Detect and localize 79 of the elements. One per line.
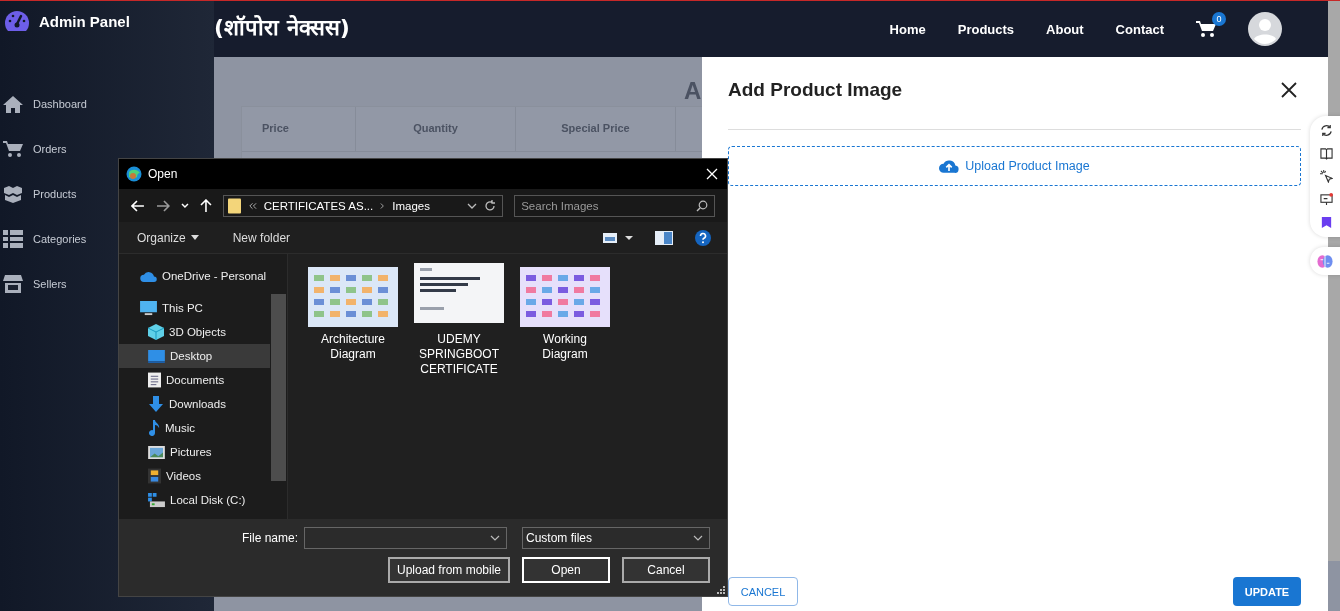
drive-icon bbox=[148, 492, 165, 508]
book-icon[interactable] bbox=[1320, 147, 1333, 160]
nav-link[interactable]: Contact bbox=[1115, 21, 1164, 37]
cloud-icon bbox=[140, 270, 157, 282]
nav-link[interactable]: About bbox=[1046, 21, 1084, 37]
forward-arrow-icon[interactable] bbox=[155, 199, 170, 212]
open-button[interactable]: Open bbox=[522, 557, 610, 583]
upload-from-mobile-button[interactable]: Upload from mobile bbox=[388, 557, 510, 583]
boxes-icon bbox=[3, 184, 23, 203]
app-title: Admin Panel bbox=[39, 12, 130, 30]
cancel-button[interactable]: CANCEL bbox=[728, 577, 798, 606]
store-icon bbox=[3, 274, 23, 293]
view-options-icon[interactable] bbox=[603, 231, 633, 244]
address-bar[interactable]: CERTIFICATES AS... Images bbox=[222, 194, 504, 217]
sidebar-item[interactable]: Dashboard bbox=[0, 81, 214, 126]
chevron-down-icon[interactable] bbox=[490, 535, 500, 541]
cube-icon bbox=[148, 324, 164, 340]
drawer-title: Add Product Image bbox=[728, 79, 903, 101]
bookmark-icon[interactable] bbox=[1320, 216, 1333, 229]
speedometer-icon bbox=[4, 10, 30, 32]
cart-count: 0 bbox=[1212, 12, 1226, 26]
folder-tree-item[interactable]: Desktop bbox=[119, 344, 270, 368]
search-icon[interactable] bbox=[696, 199, 708, 212]
chevron-down-icon[interactable] bbox=[693, 535, 703, 541]
column-header: Price bbox=[242, 107, 356, 152]
folder-tree-item[interactable]: Videos bbox=[119, 464, 270, 488]
folder-tree-item[interactable]: Local Disk (C:) bbox=[119, 488, 270, 512]
folder-tree-item[interactable]: Downloads bbox=[119, 392, 270, 416]
folder-tree-item[interactable]: Pictures bbox=[119, 440, 270, 464]
up-arrow-icon[interactable] bbox=[199, 198, 212, 213]
preview-pane-icon[interactable] bbox=[655, 230, 673, 245]
home-icon bbox=[3, 94, 23, 113]
file-name-field[interactable] bbox=[304, 527, 507, 549]
resize-grip-icon[interactable] bbox=[716, 585, 725, 594]
folder-tree-item[interactable]: Music bbox=[119, 416, 270, 440]
file-item[interactable]: Working Diagram bbox=[520, 259, 610, 362]
image-icon bbox=[148, 445, 165, 459]
globe-icon bbox=[126, 166, 142, 182]
folder-tree-item[interactable]: 3D Objects bbox=[119, 320, 270, 344]
presentation-icon[interactable] bbox=[1320, 193, 1333, 206]
search-field[interactable]: Search Images bbox=[514, 194, 715, 217]
folder-tree-item[interactable]: OneDrive - Personal bbox=[119, 264, 270, 288]
nav-link[interactable]: Products bbox=[957, 21, 1015, 37]
organize-menu[interactable]: Organize bbox=[131, 230, 205, 245]
download-icon bbox=[148, 396, 164, 412]
column-header: Special Price bbox=[516, 107, 676, 152]
help-icon[interactable] bbox=[695, 229, 711, 246]
cart-icon bbox=[3, 139, 23, 158]
nav-link[interactable]: Home bbox=[889, 21, 926, 37]
close-icon[interactable] bbox=[1281, 82, 1297, 98]
film-icon bbox=[148, 468, 161, 484]
file-item[interactable]: UDEMY SPRINGBOOT CERTIFICATE bbox=[414, 259, 504, 377]
new-folder-button[interactable]: New folder bbox=[226, 230, 297, 245]
upload-button[interactable]: Upload Product Image bbox=[728, 146, 1301, 186]
dialog-title: Open bbox=[148, 167, 178, 181]
avatar-icon[interactable] bbox=[1248, 12, 1282, 46]
brain-button[interactable] bbox=[1310, 247, 1340, 275]
monitor-icon bbox=[140, 300, 157, 316]
update-button[interactable]: UPDATE bbox=[1233, 577, 1301, 606]
cursor-icon[interactable] bbox=[1320, 170, 1333, 183]
monitor-icon bbox=[148, 349, 165, 363]
file-item[interactable]: Architecture Diagram bbox=[308, 259, 398, 362]
brain-icon bbox=[1317, 253, 1333, 269]
file-type-dropdown[interactable]: Custom files bbox=[522, 527, 710, 549]
music-note-icon bbox=[148, 420, 160, 436]
page-heading: A bbox=[684, 77, 702, 105]
column-header: Quantity bbox=[356, 107, 516, 152]
list-icon bbox=[3, 229, 23, 248]
folder-tree-item[interactable]: Documents bbox=[119, 368, 270, 392]
cart-icon[interactable] bbox=[1196, 20, 1216, 38]
site-title: (शॉपोरा नेक्सस) bbox=[214, 14, 350, 41]
cancel-button[interactable]: Cancel bbox=[622, 557, 710, 583]
cloud-upload-icon bbox=[939, 158, 960, 174]
folder-tree-item[interactable]: This PC bbox=[119, 296, 270, 320]
refresh-icon[interactable] bbox=[1320, 124, 1333, 137]
document-icon bbox=[148, 372, 161, 388]
file-name-label: File name: bbox=[241, 531, 298, 545]
caret-icon bbox=[190, 235, 199, 240]
back-arrow-icon[interactable] bbox=[131, 199, 145, 212]
